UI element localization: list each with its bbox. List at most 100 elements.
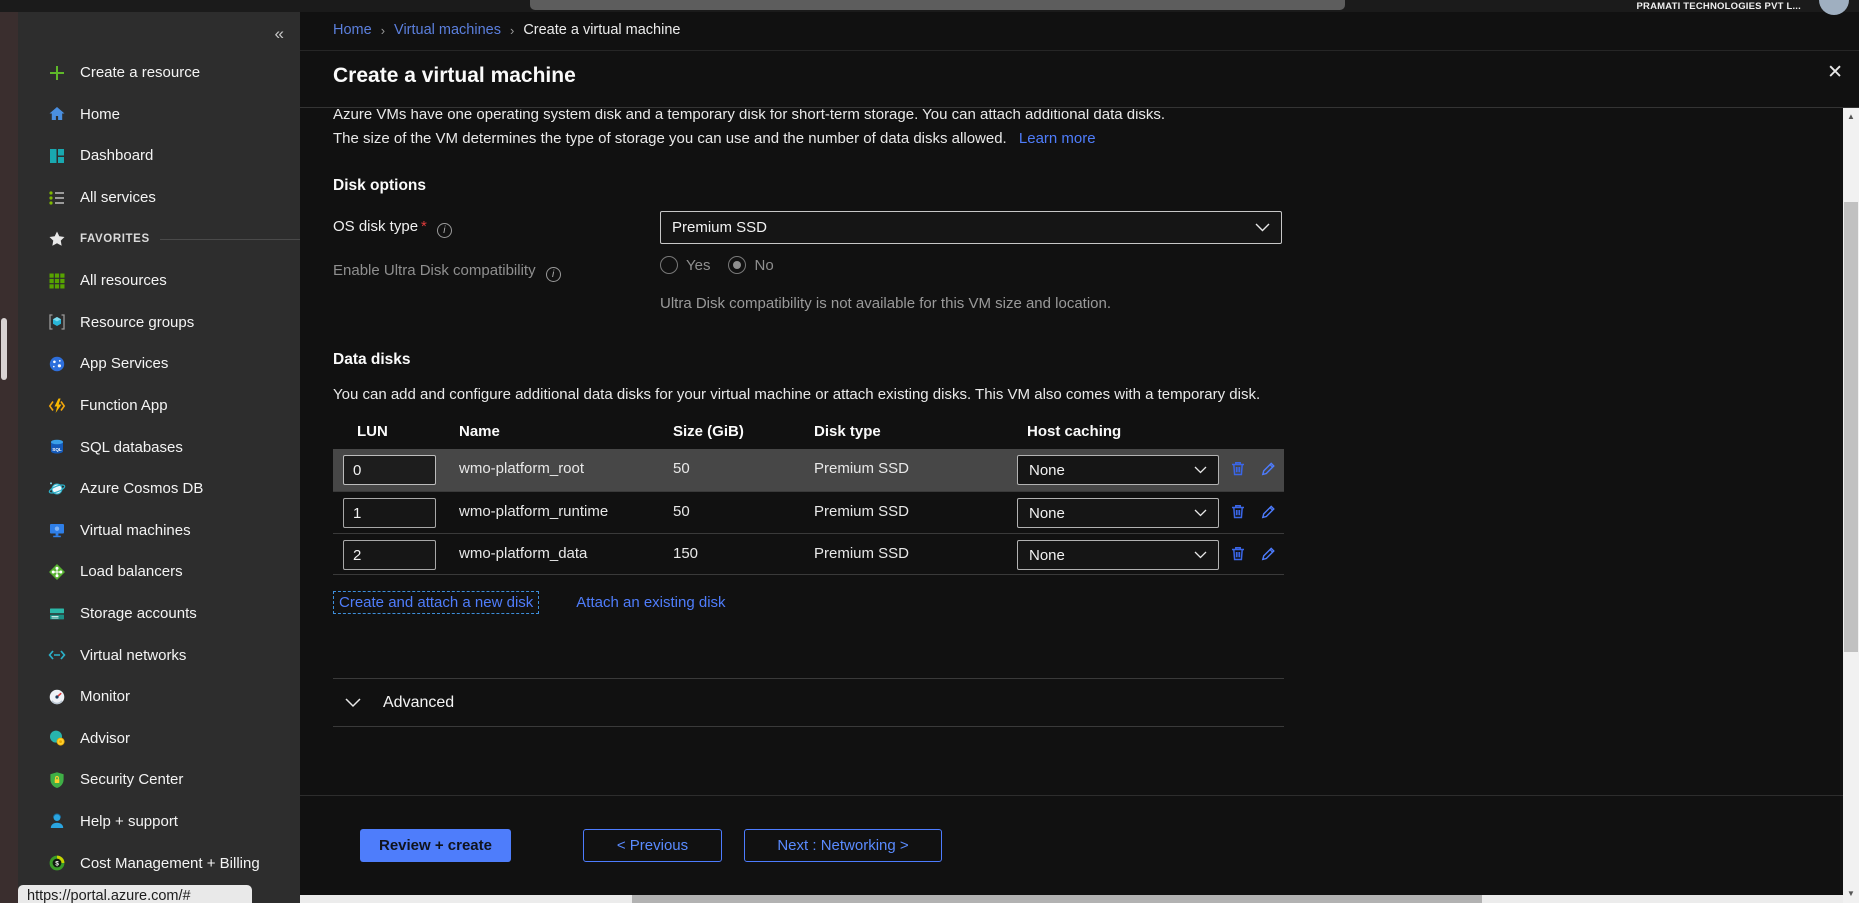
os-disk-type-label: OS disk type*i: [333, 218, 452, 238]
delete-disk-icon[interactable]: [1228, 459, 1250, 481]
sidebar-item-label: Security Center: [80, 771, 183, 788]
main-panel: Home › Virtual machines › Create a virtu…: [300, 12, 1859, 903]
panel-content: Azure VMs have one operating system disk…: [300, 109, 1843, 795]
close-icon[interactable]: ✕: [1827, 61, 1843, 84]
host-caching-select[interactable]: None: [1017, 455, 1219, 485]
sidebar-item-help-support[interactable]: Help + support: [18, 801, 300, 843]
sidebar: « Create a resource Home Dashboard All s…: [18, 12, 300, 903]
vertical-scrollbar-thumb[interactable]: [1844, 202, 1858, 652]
col-host-caching: Host caching: [1027, 423, 1121, 440]
intro-line2-text: The size of the VM determines the type o…: [333, 130, 1007, 147]
sidebar-item-app-services[interactable]: App Services: [18, 343, 300, 385]
disk-size: 150: [673, 545, 698, 562]
host-caching-select[interactable]: None: [1017, 498, 1219, 528]
col-disk-type: Disk type: [814, 423, 881, 440]
advanced-section-toggle[interactable]: Advanced: [333, 678, 1284, 727]
sidebar-item-monitor[interactable]: Monitor: [18, 676, 300, 718]
sidebar-item-label: Virtual machines: [80, 522, 191, 539]
data-disks-description: You can add and configure additional dat…: [333, 383, 1301, 407]
edit-disk-icon[interactable]: [1258, 544, 1280, 566]
chevron-right-icon: ›: [510, 23, 514, 38]
sidebar-item-azure-cosmos-db[interactable]: Azure Cosmos DB: [18, 468, 300, 510]
chevron-down-icon: [1194, 509, 1207, 517]
edit-disk-icon[interactable]: [1258, 502, 1280, 524]
vertical-scrollbar[interactable]: ▲ ▼: [1843, 108, 1859, 903]
storage-icon: [47, 604, 67, 624]
tenant-name: PRAMATI TECHNOLOGIES PVT L...: [1637, 1, 1802, 12]
sidebar-item-virtual-networks[interactable]: Virtual networks: [18, 634, 300, 676]
status-url-tooltip: https://portal.azure.com/#: [18, 885, 252, 903]
advisor-icon: [47, 728, 67, 748]
gauge-icon: [47, 687, 67, 707]
review-create-button[interactable]: Review + create: [360, 829, 511, 862]
shield-icon: [47, 770, 67, 790]
chevron-right-icon: ›: [381, 23, 385, 38]
sidebar-item-resource-groups[interactable]: Resource groups: [18, 302, 300, 344]
ultra-disk-row: Enable Ultra Disk compatibilityi Yes No: [333, 255, 1843, 281]
sidebar-item-cost-management-billing[interactable]: $ Cost Management + Billing: [18, 842, 300, 884]
host-caching-value: None: [1029, 505, 1065, 522]
list-icon: [47, 188, 67, 208]
host-caching-value: None: [1029, 462, 1065, 479]
col-lun: LUN: [357, 423, 388, 440]
info-icon[interactable]: i: [437, 223, 452, 238]
host-caching-select[interactable]: None: [1017, 540, 1219, 570]
previous-button[interactable]: < Previous: [583, 829, 722, 862]
sidebar-item-all-resources[interactable]: All resources: [18, 260, 300, 302]
lun-input[interactable]: [343, 498, 436, 528]
sidebar-item-label: Advisor: [80, 730, 130, 747]
sidebar-item-label: All services: [80, 189, 156, 206]
lun-input[interactable]: [343, 540, 436, 570]
sidebar-nav: Create a resource Home Dashboard All ser…: [18, 52, 300, 884]
disk-size: 50: [673, 503, 690, 520]
sidebar-item-home[interactable]: Home: [18, 94, 300, 136]
scroll-down-icon[interactable]: ▼: [1843, 887, 1859, 901]
global-search-input[interactable]: [530, 0, 1345, 10]
horizontal-scrollbar[interactable]: [300, 895, 1843, 903]
lun-input[interactable]: [343, 455, 436, 485]
table-row: wmo-platform_root 50 Premium SSD None: [333, 449, 1284, 491]
chevron-down-icon: [1194, 551, 1207, 559]
sidebar-item-advisor[interactable]: Advisor: [18, 718, 300, 760]
sidebar-item-label: All resources: [80, 272, 167, 289]
sidebar-item-sql-databases[interactable]: SQL SQL databases: [18, 426, 300, 468]
sidebar-item-storage-accounts[interactable]: Storage accounts: [18, 593, 300, 635]
breadcrumb-home[interactable]: Home: [333, 22, 372, 38]
disk-links-row: Create and attach a new disk Attach an e…: [333, 591, 1843, 614]
os-disk-type-select[interactable]: Premium SSD: [660, 211, 1282, 244]
delete-disk-icon[interactable]: [1228, 502, 1250, 524]
azure-portal-window: PRAMATI TECHNOLOGIES PVT L... « Create a…: [0, 0, 1859, 903]
sidebar-item-function-app[interactable]: Function App: [18, 385, 300, 427]
svg-text:$: $: [55, 860, 59, 867]
info-icon[interactable]: i: [546, 267, 561, 282]
host-caching-value: None: [1029, 547, 1065, 564]
window-edge: [0, 0, 18, 903]
edit-disk-icon[interactable]: [1258, 459, 1280, 481]
sidebar-item-label: Home: [80, 106, 120, 123]
sidebar-item-label: SQL databases: [80, 439, 183, 456]
breadcrumb-virtual-machines[interactable]: Virtual machines: [394, 22, 501, 38]
sidebar-item-virtual-machines[interactable]: Virtual machines: [18, 510, 300, 552]
ultra-disk-radio-group: Yes No: [660, 256, 774, 274]
advanced-label: Advanced: [383, 694, 454, 712]
attach-existing-disk-link[interactable]: Attach an existing disk: [576, 594, 725, 611]
disk-type: Premium SSD: [814, 460, 909, 477]
favorites-divider: [160, 239, 300, 240]
col-size: Size (GiB): [673, 423, 744, 440]
sidebar-item-load-balancers[interactable]: Load balancers: [18, 551, 300, 593]
create-attach-disk-link[interactable]: Create and attach a new disk: [333, 591, 539, 614]
sidebar-collapse-icon[interactable]: «: [275, 24, 284, 44]
sidebar-item-security-center[interactable]: Security Center: [18, 759, 300, 801]
breadcrumb-current: Create a virtual machine: [523, 22, 680, 38]
horizontal-scrollbar-thumb[interactable]: [632, 895, 1482, 903]
disk-options-heading: Disk options: [333, 177, 1843, 195]
cube-brackets-icon: [47, 312, 67, 332]
sidebar-item-create-a-resource[interactable]: Create a resource: [18, 52, 300, 94]
delete-disk-icon[interactable]: [1228, 544, 1250, 566]
disk-size: 50: [673, 460, 690, 477]
sidebar-item-all-services[interactable]: All services: [18, 177, 300, 219]
learn-more-link[interactable]: Learn more: [1019, 130, 1096, 147]
scroll-up-icon[interactable]: ▲: [1843, 110, 1859, 124]
next-networking-button[interactable]: Next : Networking >: [744, 829, 942, 862]
sidebar-item-dashboard[interactable]: Dashboard: [18, 135, 300, 177]
